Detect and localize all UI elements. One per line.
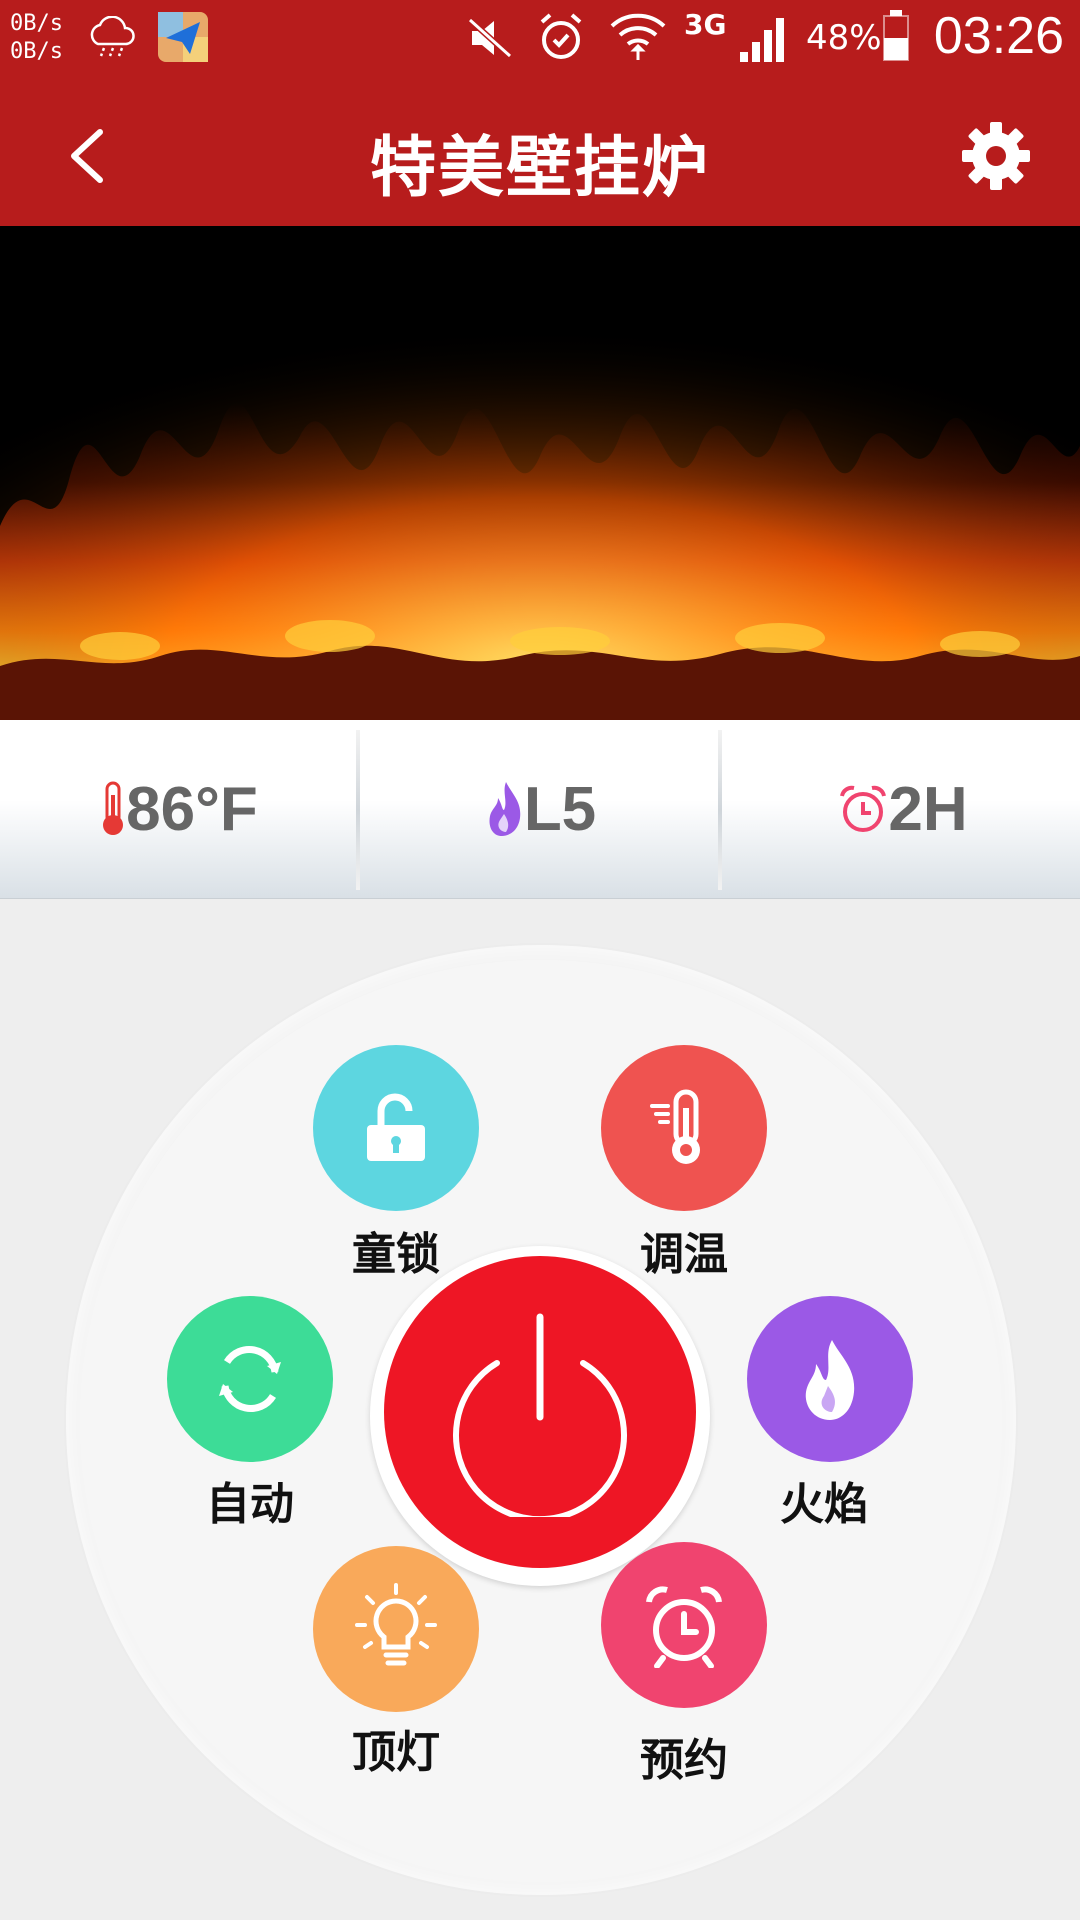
strip-divider (718, 730, 722, 890)
weather-rain-icon (86, 15, 138, 64)
page-title: 特美壁挂炉 (370, 129, 710, 206)
flame-icon (489, 782, 521, 836)
schedule-label: 预约 (640, 1735, 728, 1786)
flame-button[interactable] (747, 1296, 913, 1462)
flame-level-display: L5 (362, 720, 720, 898)
timer-display: 2H (724, 720, 1080, 898)
net-speed-down: 0B/s (10, 39, 63, 64)
flame-label: 火焰 (780, 1479, 868, 1530)
child-lock-button[interactable] (313, 1045, 479, 1211)
top-light-button[interactable] (313, 1546, 479, 1712)
wifi-icon (610, 10, 666, 66)
net-speed-up: 0B/s (10, 11, 63, 36)
timer-value: 2H (888, 774, 968, 844)
gear-icon (962, 122, 1030, 190)
flame-icon (805, 1340, 855, 1420)
temperature-display: 86°F (0, 720, 358, 898)
schedule-button[interactable] (601, 1542, 767, 1708)
refresh-icon (219, 1346, 281, 1412)
flame-level-value: L5 (523, 774, 597, 844)
app-bar: 特美壁挂炉 (0, 78, 1080, 226)
app-notification-icon (158, 12, 208, 66)
alarm-clock-icon (840, 785, 887, 832)
battery-icon (882, 10, 910, 66)
auto-label: 自动 (206, 1479, 294, 1530)
power-button[interactable] (384, 1256, 696, 1568)
status-clock: 03:26 (933, 7, 1064, 65)
strip-divider (356, 730, 360, 890)
network-type: 3G (684, 8, 727, 41)
network-speed: 0B/s 0B/s (10, 10, 63, 66)
temperature-adjust-button[interactable] (601, 1045, 767, 1211)
thermometer-icon (103, 781, 124, 835)
thermometer-icon (650, 1089, 700, 1164)
status-strip: 86°F L5 2H (0, 720, 1080, 899)
power-icon (453, 1313, 627, 1517)
status-bar: 0B/s 0B/s 3G 48% 03:26 (0, 0, 1080, 78)
top-light-label: 顶灯 (352, 1727, 440, 1778)
signal-icon (738, 14, 790, 68)
alarm-clock-icon (646, 1586, 722, 1668)
mute-icon (466, 16, 514, 64)
alarm-icon (538, 12, 584, 66)
temperature-value: 86°F (126, 774, 258, 844)
fire-banner-image (0, 226, 1080, 720)
settings-button[interactable] (956, 116, 1036, 196)
unlock-icon (367, 1093, 425, 1161)
battery-percent: 48% (806, 18, 882, 58)
auto-button[interactable] (167, 1296, 333, 1462)
light-bulb-icon (355, 1583, 437, 1666)
